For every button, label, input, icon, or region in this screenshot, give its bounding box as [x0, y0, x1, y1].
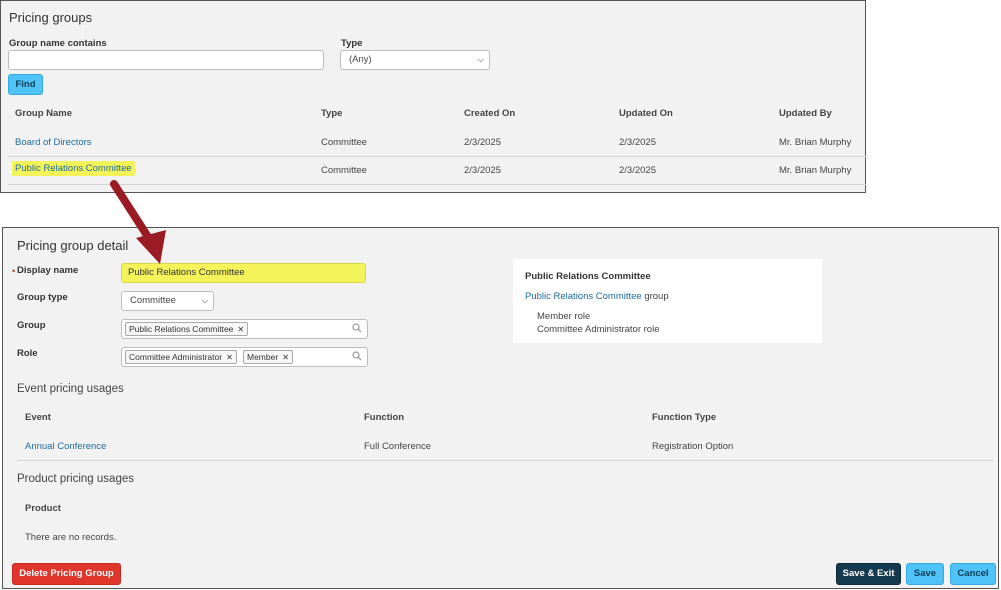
col-header-product[interactable]: Product	[25, 503, 61, 514]
group-tag-label: Public Relations Committee	[129, 324, 234, 334]
search-icon[interactable]	[352, 323, 362, 333]
col-header-type[interactable]: Type	[321, 108, 342, 119]
search-icon[interactable]	[352, 351, 362, 361]
row-divider	[8, 156, 866, 157]
group-tag: Public Relations Committee ✕	[125, 322, 249, 336]
save-exit-button[interactable]: Save & Exit	[836, 563, 901, 585]
row-created-on: 2/3/2025	[464, 165, 501, 176]
pricing-groups-panel: Pricing groups Group name contains Type …	[0, 0, 866, 193]
type-select[interactable]: (Any) ⌵	[340, 50, 490, 70]
summary-role: Member role	[537, 311, 591, 322]
page-title: Pricing groups	[9, 10, 93, 25]
type-label: Type	[341, 38, 363, 49]
remove-tag-icon[interactable]: ✕	[237, 325, 244, 334]
row-updated-on: 2/3/2025	[619, 137, 656, 148]
summary-title: Public Relations Committee	[525, 271, 651, 282]
highlighted-group-name[interactable]: Public Relations Committee	[12, 161, 135, 176]
find-button[interactable]: Find	[8, 74, 43, 95]
display-name-label: Display name	[17, 265, 79, 276]
role-tag: Committee Administrator ✕	[125, 350, 237, 364]
chevron-down-icon: ⌵	[201, 296, 208, 305]
col-header-function[interactable]: Function	[364, 412, 404, 423]
empty-records-text: There are no records.	[25, 532, 117, 543]
role-tag-label: Member	[247, 352, 279, 362]
annotation-arrow-icon	[110, 180, 166, 264]
group-tag-input[interactable]: Public Relations Committee ✕	[121, 319, 368, 339]
col-header-function-type[interactable]: Function Type	[652, 412, 716, 423]
remove-tag-icon[interactable]: ✕	[282, 353, 289, 362]
col-header-updated-by[interactable]: Updated By	[779, 108, 832, 119]
row-created-on: 2/3/2025	[464, 137, 501, 148]
row-group-name-link[interactable]: Public Relations Committee	[12, 161, 135, 176]
group-name-label: Group name contains	[9, 38, 107, 49]
summary-role: Committee Administrator role	[537, 324, 660, 335]
pricing-group-detail-panel: Pricing group detail • Display name Publ…	[2, 227, 999, 589]
event-function-type: Registration Option	[652, 441, 734, 452]
summary-card: Public Relations Committee Public Relati…	[513, 259, 822, 343]
row-group-name-link[interactable]: Board of Directors	[15, 137, 92, 148]
role-tag-label: Committee Administrator	[129, 352, 223, 362]
required-indicator: •	[12, 266, 16, 276]
save-button[interactable]: Save	[906, 563, 944, 585]
chevron-down-icon: ⌵	[477, 55, 484, 64]
row-type: Committee	[321, 137, 367, 148]
event-function: Full Conference	[364, 441, 432, 452]
col-header-event[interactable]: Event	[25, 412, 51, 423]
group-type-select[interactable]: Committee ⌵	[121, 291, 214, 311]
row-divider	[17, 460, 993, 461]
role-tag-input[interactable]: Committee Administrator ✕ Member ✕	[121, 347, 368, 367]
col-header-group-name[interactable]: Group Name	[15, 108, 72, 119]
summary-group-line: Public Relations Committee group	[525, 291, 669, 302]
row-updated-on: 2/3/2025	[619, 165, 656, 176]
col-header-created-on[interactable]: Created On	[464, 108, 515, 119]
summary-group-link[interactable]: Public Relations Committee	[525, 291, 642, 302]
event-section-title: Event pricing usages	[17, 383, 124, 395]
row-type: Committee	[321, 165, 367, 176]
type-select-value: (Any)	[349, 54, 372, 65]
role-tag: Member ✕	[243, 350, 293, 364]
summary-group-suffix: group	[644, 291, 669, 302]
group-type-value: Committee	[130, 295, 176, 306]
remove-tag-icon[interactable]: ✕	[226, 353, 233, 362]
delete-pricing-group-button[interactable]: Delete Pricing Group	[12, 563, 121, 585]
cancel-button[interactable]: Cancel	[950, 563, 996, 585]
product-section-title: Product pricing usages	[17, 473, 134, 485]
group-name-input[interactable]	[8, 50, 324, 70]
group-type-label: Group type	[17, 292, 68, 303]
row-updated-by: Mr. Brian Murphy	[779, 137, 852, 148]
event-link[interactable]: Annual Conference	[25, 441, 106, 452]
col-header-updated-on[interactable]: Updated On	[619, 108, 673, 119]
row-updated-by: Mr. Brian Murphy	[779, 165, 852, 176]
role-label: Role	[17, 348, 38, 359]
group-label: Group	[17, 320, 46, 331]
